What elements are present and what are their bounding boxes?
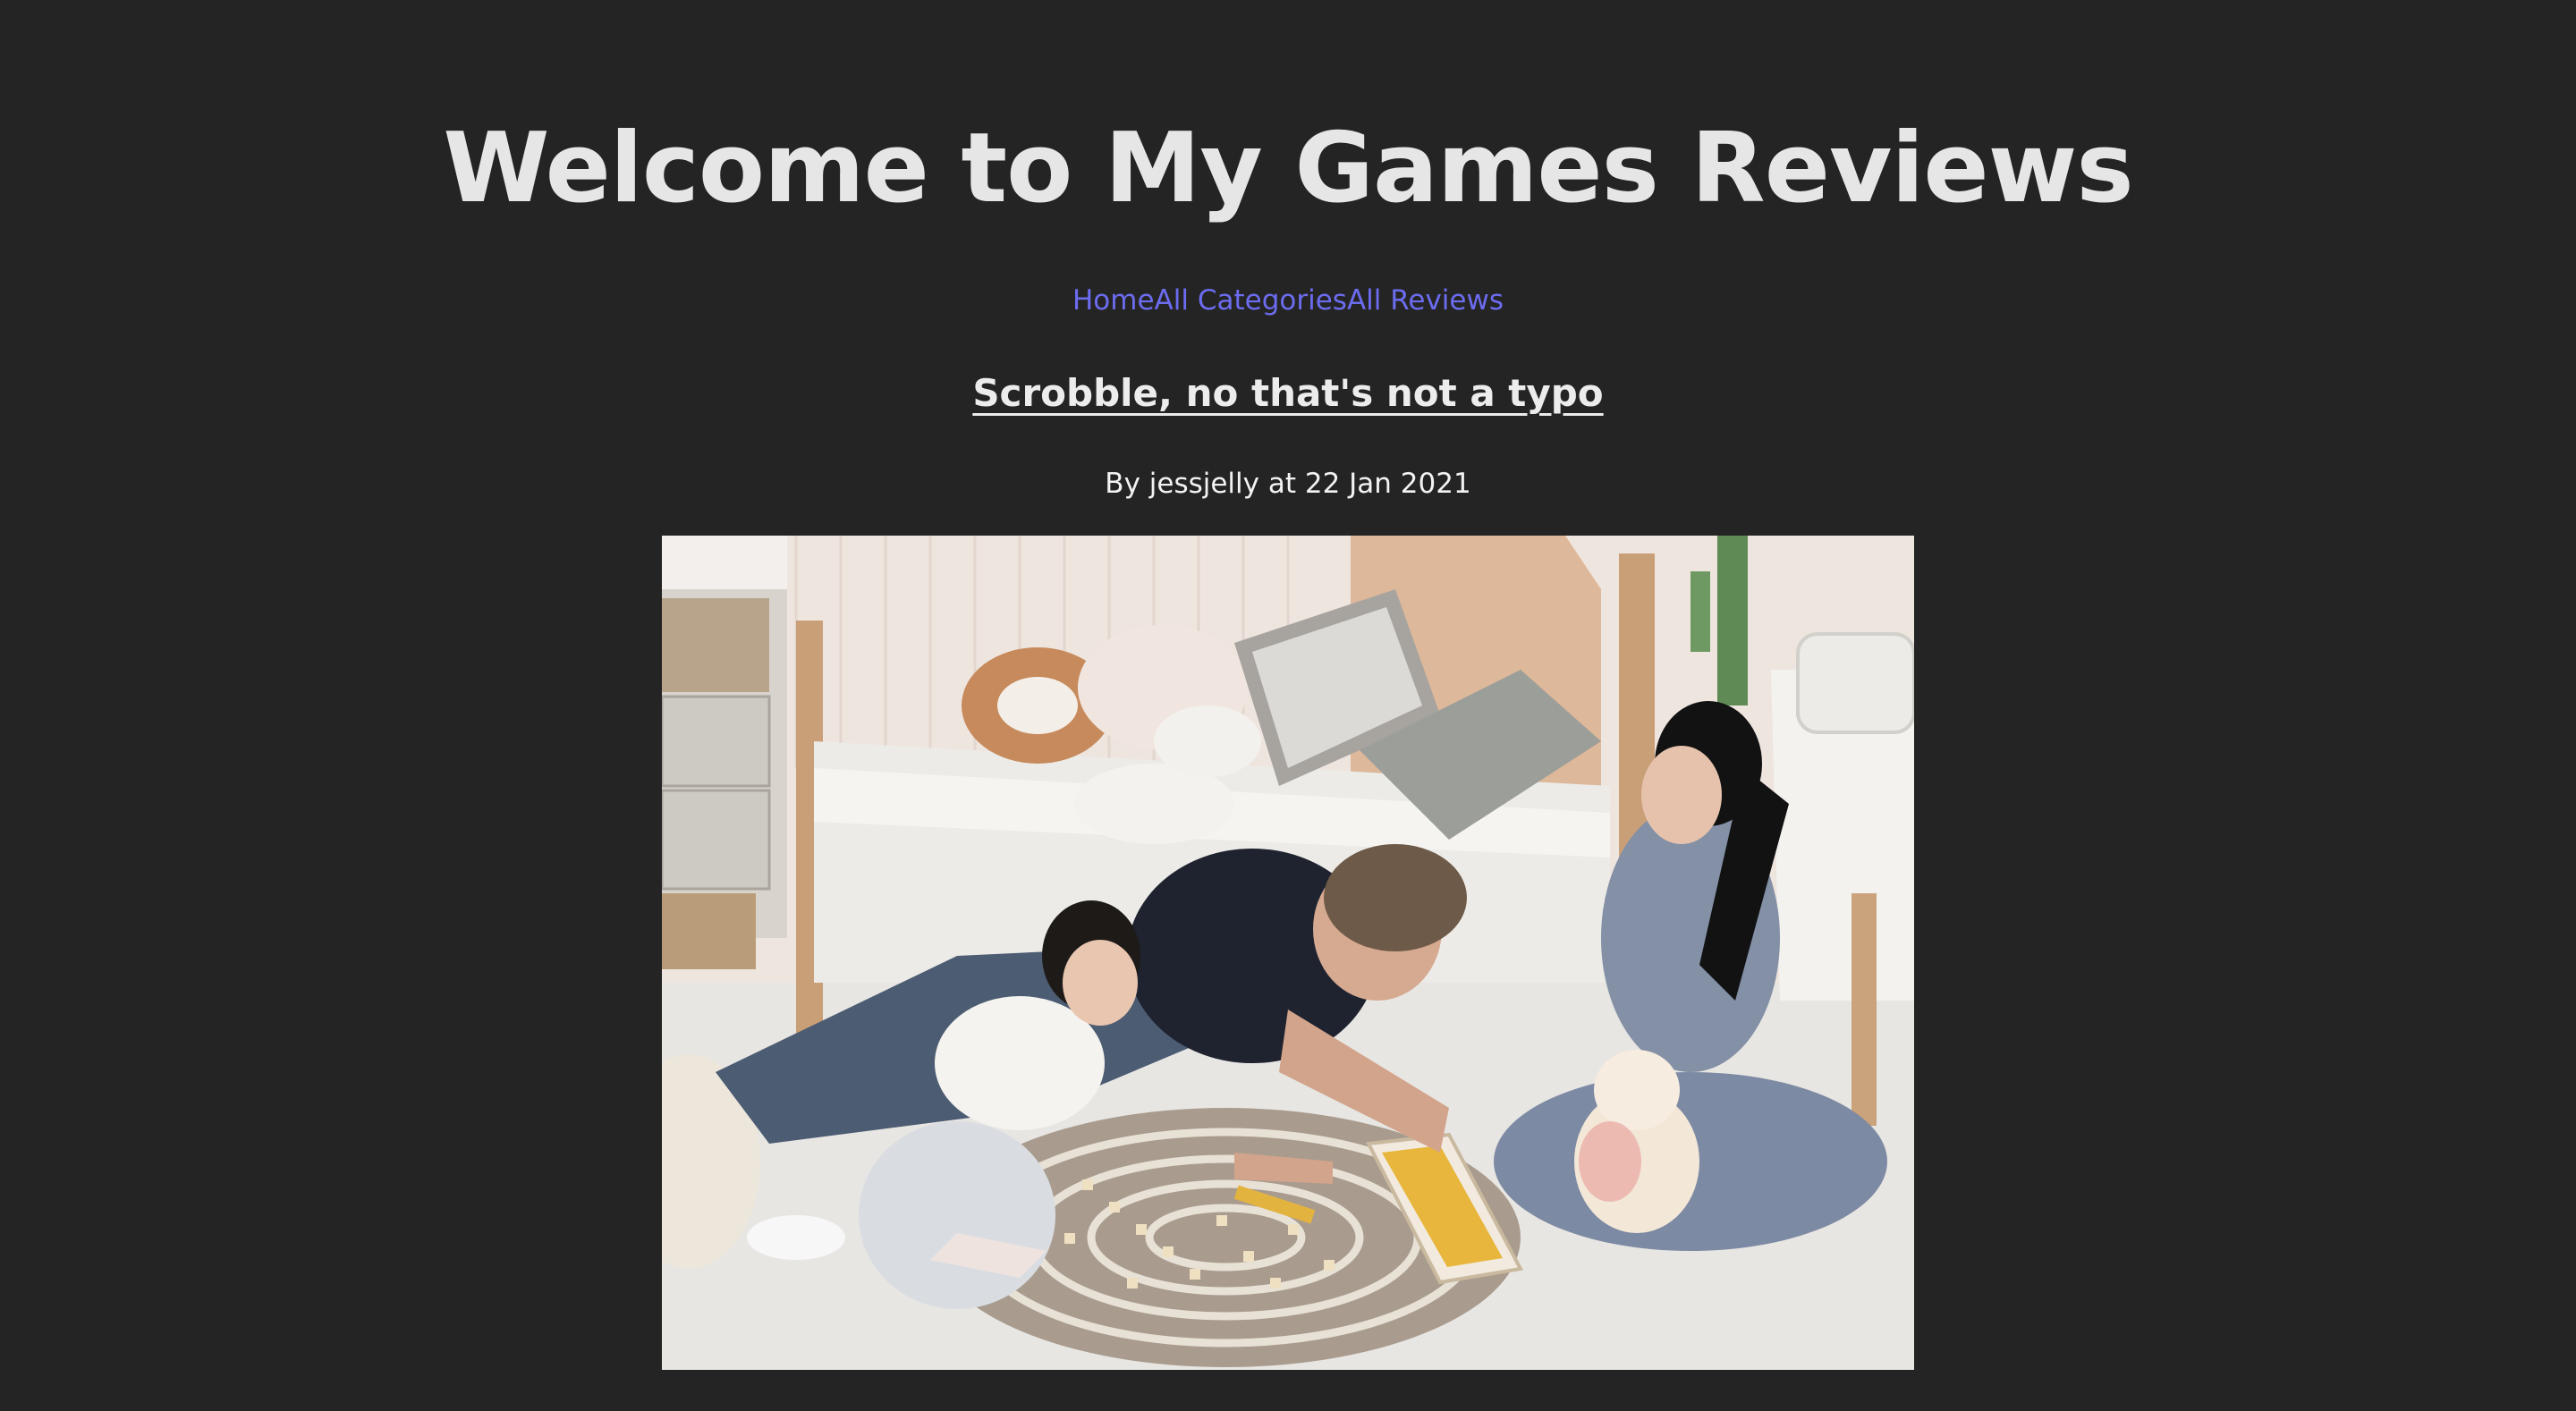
review-title-link[interactable]: Scrobble, no that's not a typo — [0, 367, 2576, 420]
review-photo — [662, 536, 1914, 1370]
main-nav: HomeAll CategoriesAll Reviews — [0, 281, 2576, 320]
nav-link-all-reviews[interactable]: All Reviews — [1347, 284, 1504, 317]
nav-link-home[interactable]: Home — [1072, 284, 1155, 317]
nav-link-all-categories[interactable]: All Categories — [1155, 284, 1347, 317]
page: Welcome to My Games Reviews HomeAll Cate… — [0, 0, 2576, 1411]
review-byline: By jessjelly at 22 Jan 2021 — [1105, 468, 1471, 500]
site-title: Welcome to My Games Reviews — [443, 113, 2133, 224]
review-image — [662, 536, 1914, 1370]
